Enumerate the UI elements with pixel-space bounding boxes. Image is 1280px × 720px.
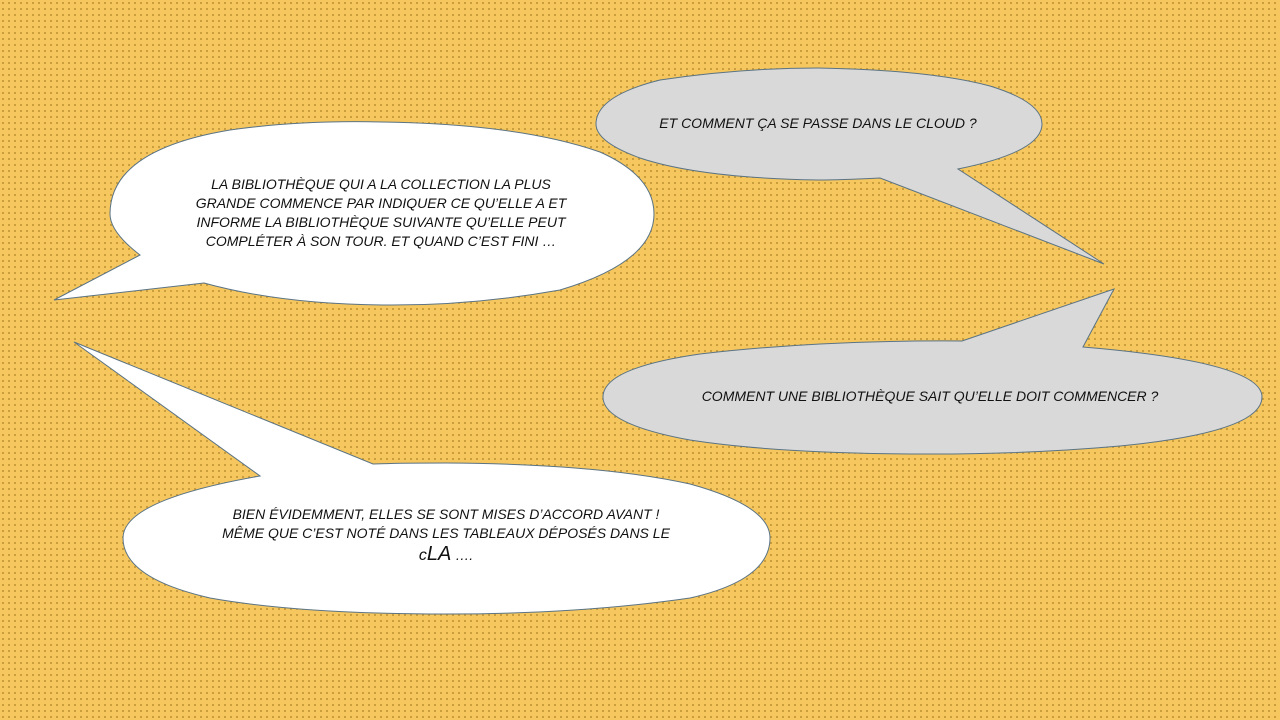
bubble-bottom-left-line: BIEN ÉVIDEMMENT, ELLES SE SONT MISES D’A…: [232, 506, 660, 522]
bubble-top-right-text: ET COMMENT ÇA SE PASSE DANS LE CLOUD ?: [618, 114, 1018, 133]
bubble-top-left-line: GRANDE COMMENCE PAR INDIQUER CE QU’ELLE …: [195, 195, 567, 211]
cla-big-letters: LA: [426, 543, 452, 565]
slide: { "colors": { "background": "#f6c75f", "…: [0, 0, 1280, 720]
bubble-middle-right-shape: [602, 288, 1263, 455]
speech-bubbles-canvas: [53, 67, 1263, 615]
cla-small-letter: c: [418, 547, 427, 564]
bubble-top-right-line: ET COMMENT ÇA SE PASSE DANS LE CLOUD ?: [659, 115, 977, 131]
bubble-top-left-line: COMPLÉTER À SON TOUR. ET QUAND C’EST FIN…: [205, 233, 557, 249]
bubble-top-left-text: LA BIBLIOTHÈQUE QUI A LA COLLECTION LA P…: [170, 175, 592, 251]
bubble-top-left-line: INFORME LA BIBLIOTHÈQUE SUIVANTE QU’ELLE…: [196, 214, 566, 230]
bubble-bottom-left-text: BIEN ÉVIDEMMENT, ELLES SE SONT MISES D’A…: [176, 505, 716, 565]
bubble-top-right-shape: [595, 67, 1105, 265]
cla-ellipsis: ….: [451, 547, 474, 563]
bubble-middle-right-line: COMMENT UNE BIBLIOTHÈQUE SAIT QU’ELLE DO…: [701, 388, 1159, 404]
bubble-bottom-left-line: MÊME QUE C’EST NOTÉ DANS LES TABLEAUX DÉ…: [222, 525, 670, 541]
bubble-top-left-line: LA BIBLIOTHÈQUE QUI A LA COLLECTION LA P…: [211, 176, 551, 192]
bubble-bottom-left-last-line: cLA ….: [176, 543, 716, 565]
bubble-middle-right-text: COMMENT UNE BIBLIOTHÈQUE SAIT QU’ELLE DO…: [640, 387, 1220, 406]
